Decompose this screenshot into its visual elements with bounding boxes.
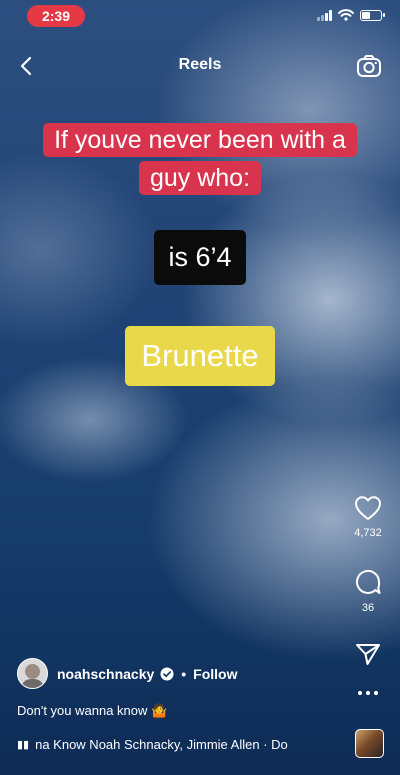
caption-text-red: If youve never been with a guy who: [0,121,400,197]
battery-icon [360,9,385,21]
share-button[interactable] [348,642,388,666]
page-title: Reels [178,56,222,73]
post-caption[interactable]: Don't you wanna know 🤷 [17,703,167,719]
album-thumbnail[interactable] [355,729,384,758]
separator-dot: • [181,665,187,682]
send-icon [356,644,380,665]
comment-icon [356,569,381,594]
signal-icon [317,9,332,21]
caption-line-2: guy who: [138,161,262,195]
camera-icon [357,55,381,77]
like-count: 4,732 [354,527,382,539]
caption-line-1: If youve never been with a [43,123,357,157]
caption-text-black: is 6’4 [0,230,400,285]
verified-icon [160,667,174,680]
avatar[interactable] [17,658,48,689]
status-time: 2:39 [27,5,85,27]
more-button[interactable] [348,689,388,697]
more-icon [357,690,379,696]
status-icons [317,9,385,21]
wifi-icon [338,9,354,21]
header: Reels [0,48,400,84]
caption-height: is 6’4 [154,230,246,285]
caption-hair: Brunette [125,326,275,386]
music-text: na Know Noah Schnacky, Jimmie Allen · Do [35,737,288,752]
author-row: noahschnacky • Follow [17,658,238,689]
comment-count: 36 [361,602,375,614]
comment-button[interactable]: 36 [348,568,388,614]
music-info[interactable]: ▮▮ na Know Noah Schnacky, Jimmie Allen ·… [17,737,333,752]
follow-button[interactable]: Follow [193,666,237,682]
username[interactable]: noahschnacky [57,666,154,682]
heart-icon [355,496,381,520]
status-bar: 2:39 [0,0,400,34]
camera-button[interactable] [354,51,384,81]
caption-text-yellow: Brunette [0,326,400,386]
music-bars-icon: ▮▮ [17,739,30,751]
like-button[interactable]: 4,732 [348,495,388,539]
